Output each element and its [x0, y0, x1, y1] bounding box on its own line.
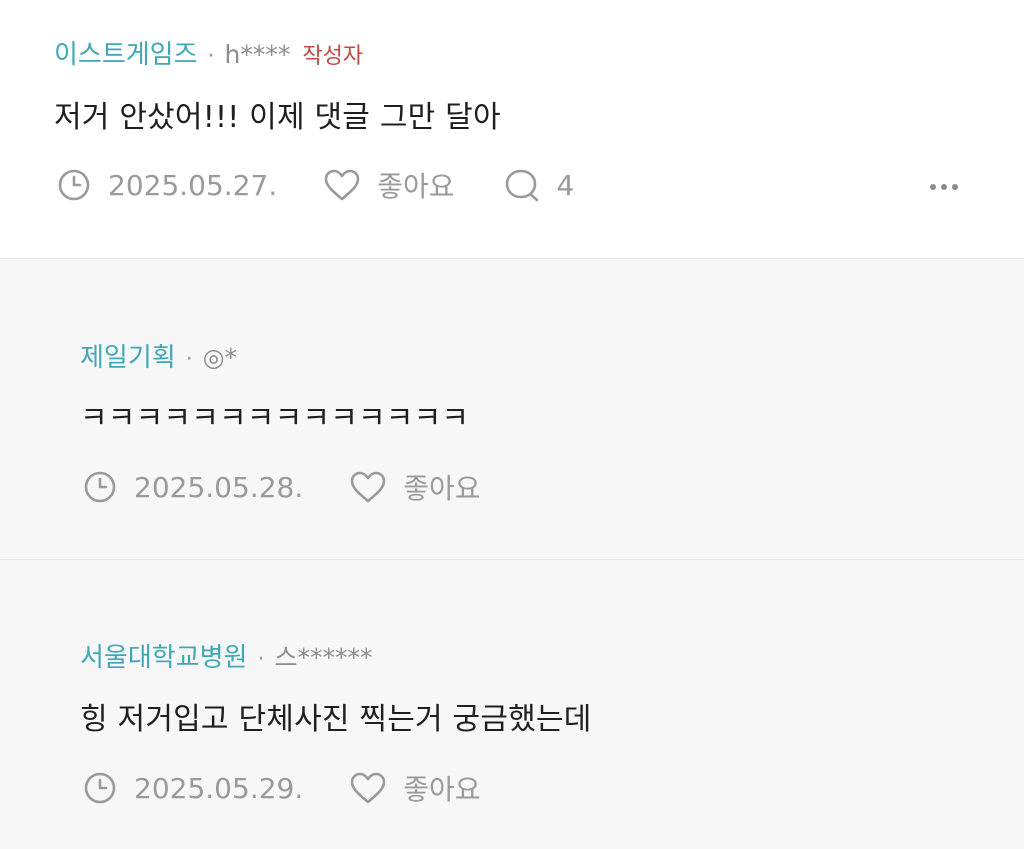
comment-meta: 제일기획 · ◎*: [80, 337, 237, 374]
comment-text: 힝 저거입고 단체사진 찍는거 궁금했는데: [80, 702, 592, 737]
comment-actions: 2025.05.29. 좋아요: [82, 768, 481, 808]
more-dots-icon: [928, 181, 960, 193]
heart-icon: [349, 470, 387, 504]
company-name[interactable]: 제일기획: [80, 337, 176, 374]
comment-date: 2025.05.27.: [108, 168, 278, 202]
heart-icon: [349, 771, 387, 805]
comment-text: 저거 안샀어!!! 이제 댓글 그만 달아: [54, 100, 501, 135]
reply-item: 제일기획 · ◎* ㅋㅋㅋㅋㅋㅋㅋㅋㅋㅋㅋㅋㅋㅋ 2025.05.28. 좋아요: [0, 259, 1024, 560]
like-label: 좋아요: [403, 472, 481, 505]
company-name[interactable]: 이스트게임즈: [54, 34, 198, 71]
comment-actions: 2025.05.28. 좋아요: [82, 467, 481, 507]
separator-dot: ·: [207, 44, 215, 69]
like-label: 좋아요: [403, 773, 481, 806]
comment-date: 2025.05.28.: [134, 470, 304, 504]
author-name: 스******: [274, 643, 373, 672]
comment-text: ㅋㅋㅋㅋㅋㅋㅋㅋㅋㅋㅋㅋㅋㅋ: [80, 401, 470, 436]
clock-icon: [82, 469, 118, 505]
reply-count: 4: [556, 168, 575, 202]
more-options-button[interactable]: [928, 178, 960, 197]
comment-item: 이스트게임즈 · h**** 작성자 저거 안샀어!!! 이제 댓글 그만 달아…: [0, 0, 1024, 259]
like-button[interactable]: 좋아요: [349, 768, 481, 808]
company-name[interactable]: 서울대학교병원: [80, 637, 247, 674]
comment-date: 2025.05.29.: [134, 771, 304, 805]
reply-button[interactable]: 4: [503, 167, 575, 203]
author-name: ◎*: [202, 343, 238, 372]
clock-icon: [82, 770, 118, 806]
author-name: h****: [224, 40, 291, 69]
like-button[interactable]: 좋아요: [349, 467, 481, 507]
comment-meta: 이스트게임즈 · h**** 작성자: [54, 34, 363, 71]
comment-meta: 서울대학교병원 · 스******: [80, 637, 372, 674]
like-label: 좋아요: [377, 170, 455, 203]
separator-dot: ·: [257, 647, 265, 672]
heart-icon: [323, 168, 361, 202]
clock-icon: [56, 167, 92, 203]
comment-bubble-icon: [503, 167, 541, 203]
comment-actions: 2025.05.27. 좋아요 4: [56, 165, 574, 205]
like-button[interactable]: 좋아요: [323, 165, 455, 205]
reply-item: 서울대학교병원 · 스****** 힝 저거입고 단체사진 찍는거 궁금했는데 …: [0, 560, 1024, 849]
separator-dot: ·: [185, 347, 193, 372]
author-badge: 작성자: [302, 44, 364, 69]
